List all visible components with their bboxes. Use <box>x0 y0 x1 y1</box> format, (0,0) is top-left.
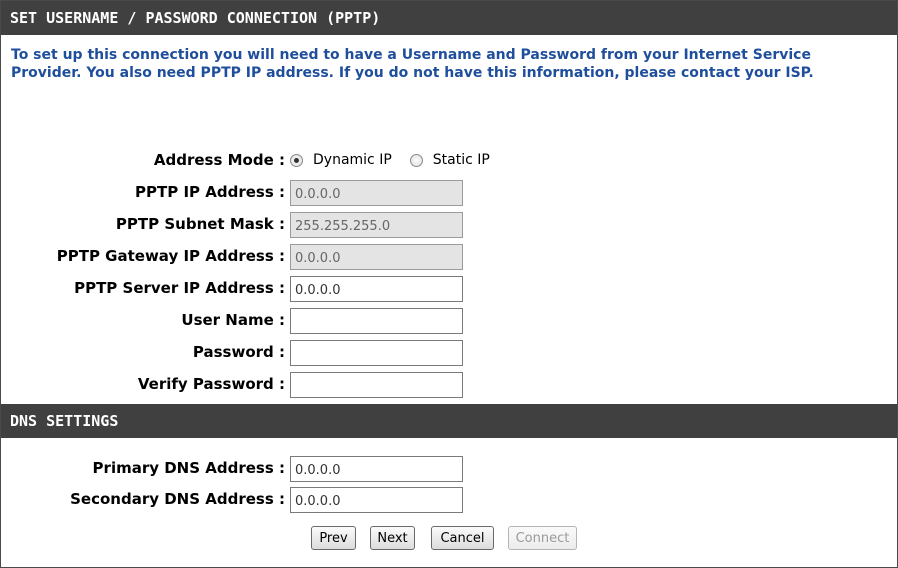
primary-dns-field[interactable] <box>290 456 463 482</box>
password-field[interactable] <box>290 340 463 366</box>
dynamic-ip-label[interactable]: Dynamic IP <box>313 152 392 168</box>
pptp-subnet-mask-label: PPTP Subnet Mask : <box>115 215 285 233</box>
static-ip-radio[interactable] <box>409 153 423 167</box>
static-ip-label[interactable]: Static IP <box>433 152 490 168</box>
pptp-server-ip-field[interactable] <box>290 276 463 302</box>
pptp-section-header: SET USERNAME / PASSWORD CONNECTION (PPTP… <box>1 1 897 35</box>
user-name-field[interactable] <box>290 308 463 334</box>
wizard-panel: SET USERNAME / PASSWORD CONNECTION (PPTP… <box>0 0 898 568</box>
secondary-dns-field[interactable] <box>290 487 463 513</box>
prev-button[interactable]: Prev <box>311 526 356 550</box>
radio-selected-dot <box>294 157 299 163</box>
dynamic-ip-radio[interactable] <box>290 153 303 167</box>
address-mode-radio-group: Dynamic IP Static IP <box>290 150 508 170</box>
pptp-section-title: SET USERNAME / PASSWORD CONNECTION (PPTP… <box>10 9 381 27</box>
password-label: Password : <box>192 343 285 361</box>
dns-section-header: DNS SETTINGS <box>1 404 897 438</box>
intro-text: To set up this connection you will need … <box>11 47 814 81</box>
pptp-server-ip-label: PPTP Server IP Address : <box>74 279 285 297</box>
pptp-ip-address-label: PPTP IP Address : <box>135 183 285 201</box>
pptp-ip-address-field[interactable] <box>290 180 463 206</box>
dns-section-title: DNS SETTINGS <box>10 412 119 430</box>
pptp-gateway-ip-label: PPTP Gateway IP Address : <box>56 247 285 265</box>
pptp-gateway-ip-field[interactable] <box>290 244 463 270</box>
next-button[interactable]: Next <box>370 526 415 550</box>
user-name-label: User Name : <box>181 311 285 329</box>
verify-password-label: Verify Password : <box>137 375 285 393</box>
secondary-dns-label: Secondary DNS Address : <box>70 490 285 508</box>
cancel-button[interactable]: Cancel <box>431 526 494 550</box>
verify-password-field[interactable] <box>290 372 463 398</box>
address-mode-label: Address Mode : <box>153 151 285 169</box>
primary-dns-label: Primary DNS Address : <box>92 459 285 477</box>
connect-button[interactable]: Connect <box>508 526 577 550</box>
pptp-subnet-mask-field[interactable] <box>290 212 463 238</box>
